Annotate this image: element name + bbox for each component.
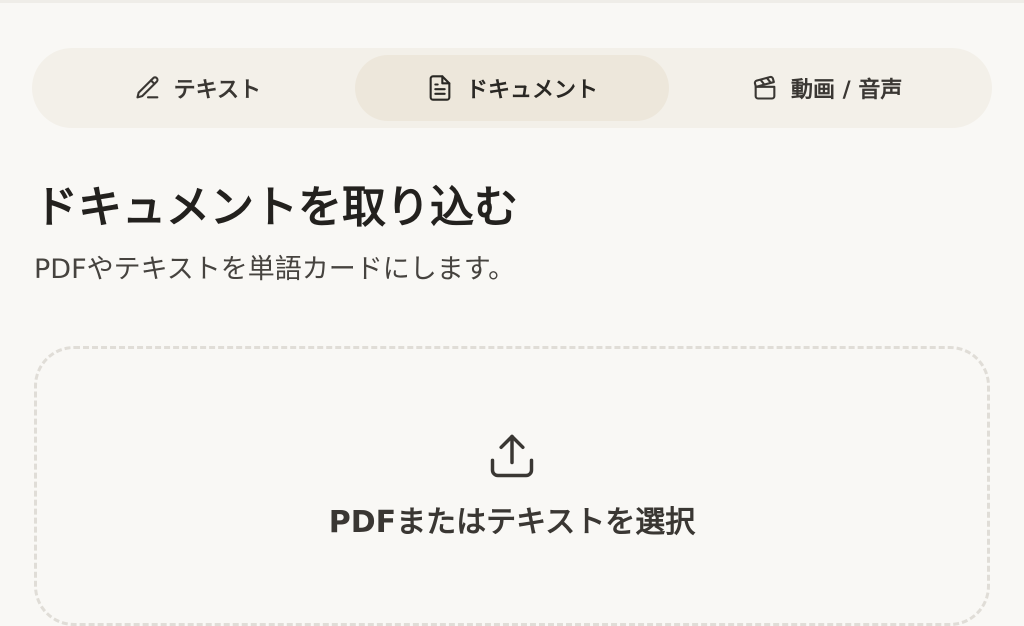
tab-document-label: ドキュメント (466, 78, 599, 103)
file-dropzone[interactable] (34, 346, 990, 626)
clapperboard-icon (751, 74, 779, 102)
tab-video-audio[interactable]: 動画 / 音声 (669, 55, 984, 121)
source-tabs: テキスト ドキュメント 動画 / 音声 (32, 48, 992, 128)
tab-document[interactable]: ドキュメント (354, 55, 670, 121)
top-divider (0, 0, 1024, 3)
page-subtitle: PDFやテキストを単語カードにします。 (34, 254, 516, 285)
tab-text[interactable]: テキスト (40, 55, 355, 121)
select-file-label[interactable]: PDFまたはテキストを選択 (0, 502, 1024, 544)
document-icon (426, 74, 454, 102)
tab-video-audio-label: 動画 / 音声 (791, 78, 903, 103)
tab-text-label: テキスト (173, 78, 261, 103)
pencil-icon (134, 74, 162, 102)
upload-icon (486, 430, 538, 482)
page-title: ドキュメントを取り込む (34, 182, 518, 233)
